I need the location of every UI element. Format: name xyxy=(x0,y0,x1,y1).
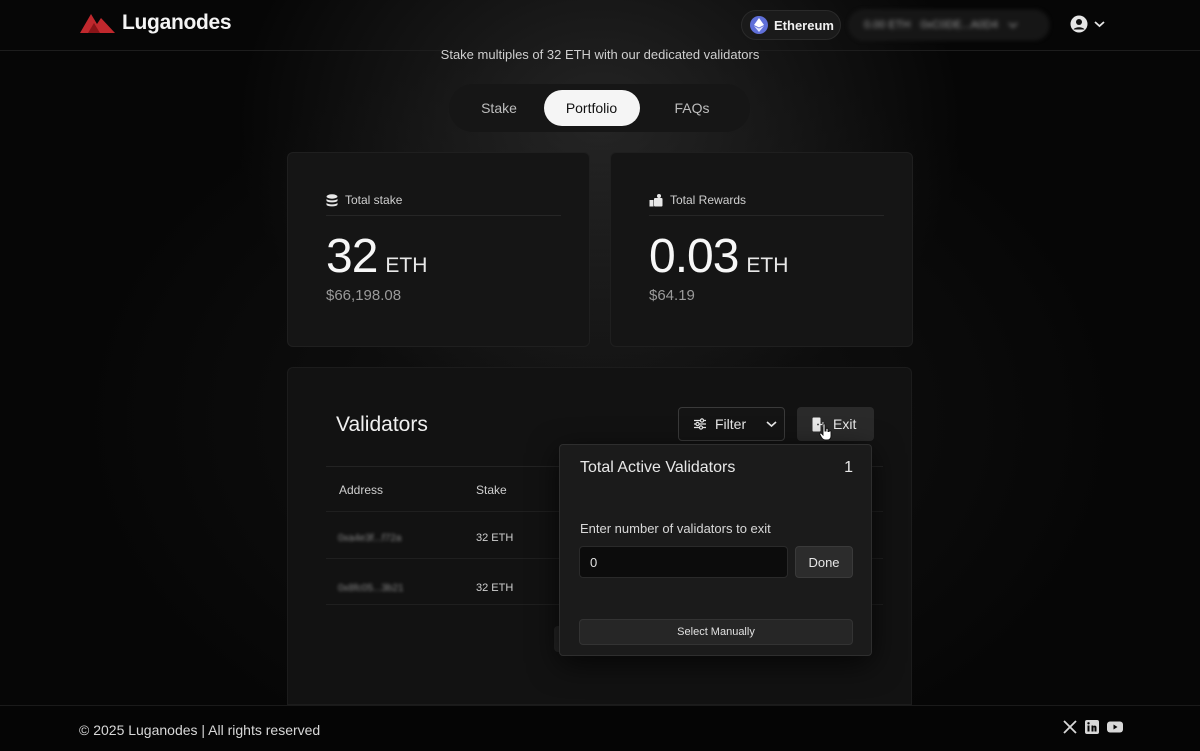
total-rewards-unit: ETH xyxy=(746,254,789,277)
network-label: Ethereum xyxy=(774,17,834,33)
filter-label: Filter xyxy=(715,416,747,432)
exit-label: Exit xyxy=(833,416,857,432)
total-rewards-usd: $64.19 xyxy=(649,287,695,304)
validator-address[interactable]: 0xa4e3f...f72a xyxy=(338,533,401,544)
total-stake-amount: 32 xyxy=(326,230,378,283)
validator-address[interactable]: 0x8fc05...3b21 xyxy=(338,583,404,594)
exit-button[interactable]: Exit xyxy=(797,407,874,441)
social-links xyxy=(1063,720,1123,734)
sliders-icon xyxy=(694,418,706,430)
total-rewards-card: Total Rewards 0.03 ETH $64.19 xyxy=(610,152,913,347)
wallet-address: 0xC0DE...A0D4 xyxy=(920,19,999,31)
exit-count-input[interactable] xyxy=(579,546,788,578)
total-rewards-header: Total Rewards xyxy=(649,193,746,207)
column-header-stake: Stake xyxy=(476,483,507,497)
total-stake-label: Total stake xyxy=(345,193,403,207)
total-stake-usd: $66,198.08 xyxy=(326,287,402,304)
active-validators-count: 1 xyxy=(844,459,853,476)
total-rewards-label: Total Rewards xyxy=(670,193,747,207)
youtube-icon[interactable] xyxy=(1107,721,1123,733)
footer: © 2025 Luganodes | All rights reserved xyxy=(0,705,1200,751)
validators-title: Validators xyxy=(336,413,428,436)
user-avatar-icon xyxy=(1070,15,1088,33)
hand-cursor-icon xyxy=(819,423,832,441)
luganodes-logo-icon xyxy=(80,14,115,33)
total-rewards-amount: 0.03 xyxy=(649,230,739,283)
divider xyxy=(326,215,561,216)
chevron-down-icon xyxy=(766,421,777,428)
top-header: Luganodes Ethereum 0.00 ETH 0xC0DE...A0D… xyxy=(0,0,1200,51)
tab-stake[interactable]: Stake xyxy=(455,90,543,126)
copyright-text: © 2025 Luganodes | All rights reserved xyxy=(79,722,321,738)
rewards-icon xyxy=(649,193,663,206)
ethereum-icon xyxy=(750,16,768,34)
divider xyxy=(649,215,884,216)
validator-stake: 32 ETH xyxy=(476,532,514,544)
tab-faqs[interactable]: FAQs xyxy=(640,90,744,126)
tab-portfolio[interactable]: Portfolio xyxy=(543,90,640,126)
user-menu[interactable] xyxy=(1070,15,1105,33)
select-manually-button[interactable]: Select Manually xyxy=(579,619,853,645)
chevron-down-icon xyxy=(1094,21,1105,28)
popover-title: Total Active Validators xyxy=(580,459,736,476)
coins-stack-icon xyxy=(326,193,338,206)
tab-bar: Stake Portfolio FAQs xyxy=(449,84,750,132)
wallet-balance: 0.00 ETH xyxy=(864,19,911,31)
page-subtitle: Stake multiples of 32 ETH with our dedic… xyxy=(440,47,760,62)
filter-button[interactable]: Filter xyxy=(678,407,785,441)
wallet-button[interactable]: 0.00 ETH 0xC0DE...A0D4 xyxy=(849,10,1049,40)
done-button[interactable]: Done xyxy=(795,546,853,578)
total-rewards-value: 0.03 ETH xyxy=(649,229,788,284)
chevron-down-icon xyxy=(1008,22,1018,29)
brand-logo[interactable]: Luganodes xyxy=(80,11,232,35)
network-selector[interactable]: Ethereum xyxy=(741,10,841,40)
total-stake-value: 32 ETH xyxy=(326,229,427,284)
validator-stake: 32 ETH xyxy=(476,582,514,594)
brand-name: Luganodes xyxy=(122,11,232,34)
x-icon[interactable] xyxy=(1063,720,1077,734)
total-stake-unit: ETH xyxy=(385,254,428,277)
total-stake-card: Total stake 32 ETH $66,198.08 xyxy=(287,152,590,347)
total-stake-header: Total stake xyxy=(326,193,402,207)
linkedin-icon[interactable] xyxy=(1085,720,1099,734)
exit-validators-popover: Total Active Validators 1 Enter number o… xyxy=(559,444,872,656)
column-header-address: Address xyxy=(339,483,384,497)
exit-count-label: Enter number of validators to exit xyxy=(580,521,771,536)
